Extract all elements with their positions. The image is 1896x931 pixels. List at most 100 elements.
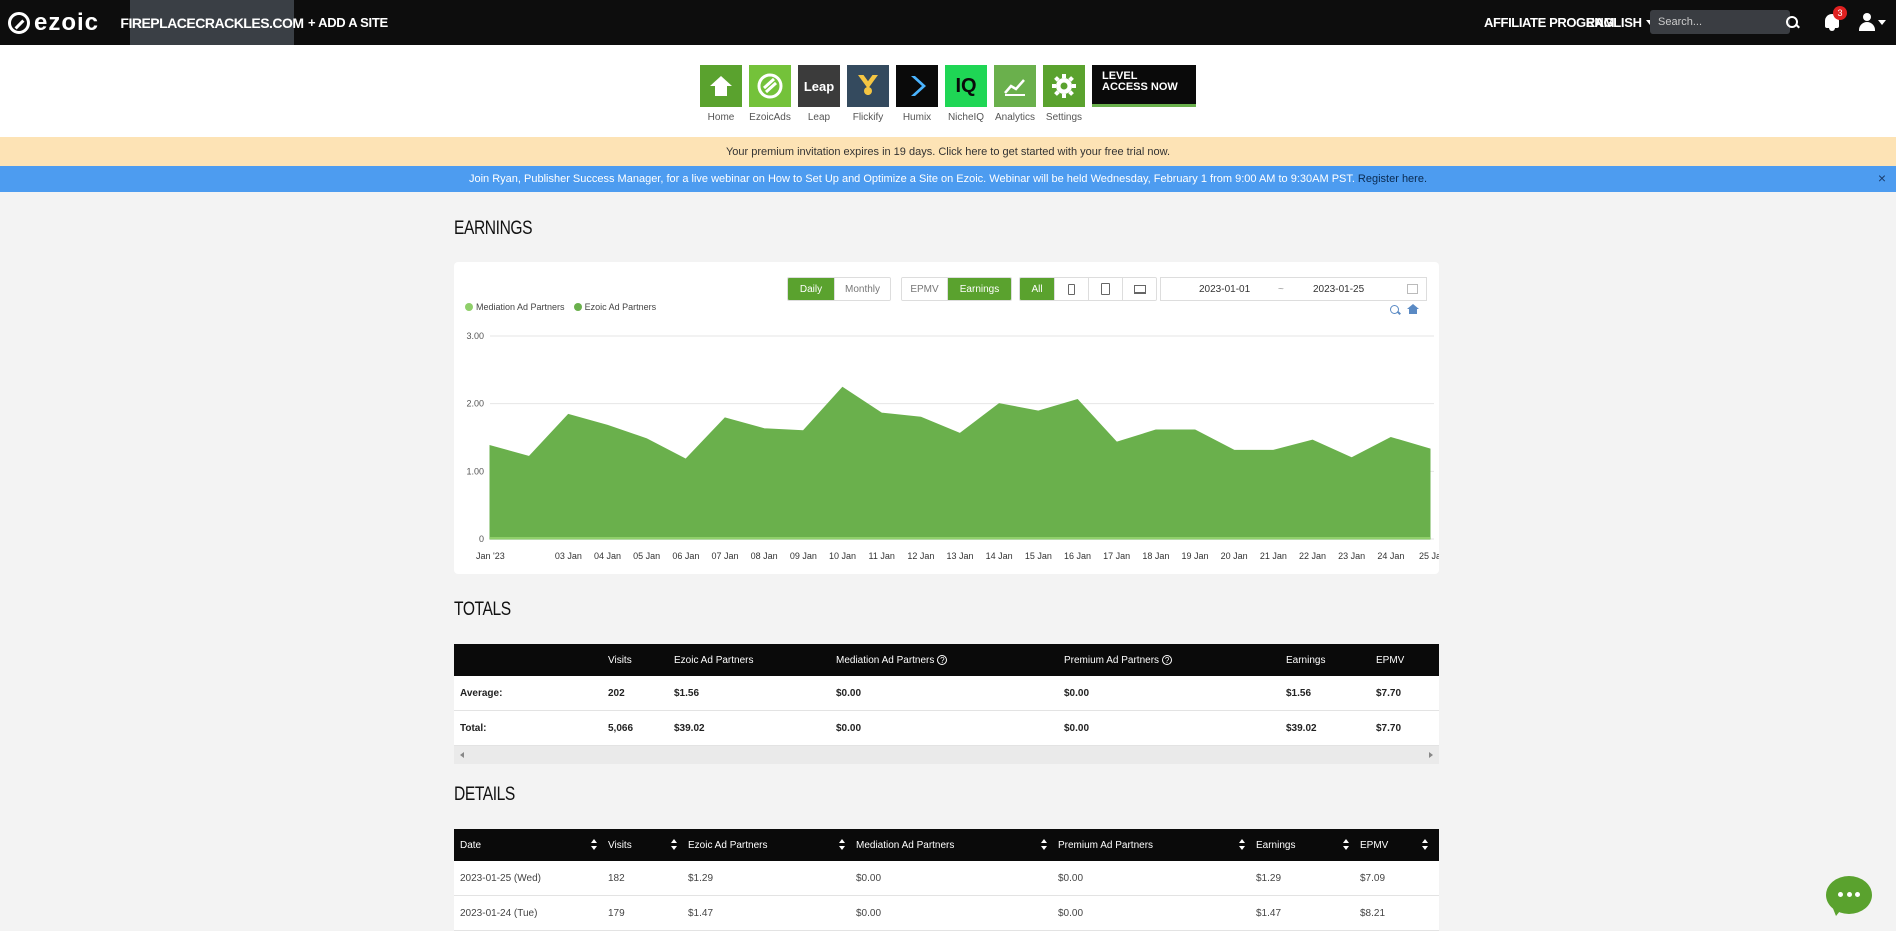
- sort-control[interactable]: [1343, 829, 1349, 861]
- app-home[interactable]: Home: [700, 65, 742, 123]
- column-header[interactable]: Date: [460, 829, 481, 861]
- level-access-tile[interactable]: LEVEL ACCESS NOW: [1092, 65, 1196, 107]
- app-nicheiq[interactable]: IQ NicheIQ: [945, 65, 987, 123]
- close-icon[interactable]: ×: [1878, 170, 1886, 186]
- column-header[interactable]: Earnings: [1256, 829, 1295, 861]
- level-access-now-button[interactable]: LEVEL ACCESS NOW: [1092, 65, 1196, 123]
- app-analytics[interactable]: Analytics: [994, 65, 1036, 123]
- sort-icon[interactable]: [839, 839, 845, 851]
- settings-icon[interactable]: [1043, 65, 1085, 107]
- scroll-left-icon[interactable]: [460, 752, 464, 758]
- sort-icon[interactable]: [1239, 839, 1245, 851]
- x-tick-label: 14 Jan: [986, 551, 1013, 561]
- sort-icon[interactable]: [1422, 839, 1428, 851]
- app-ezoicads[interactable]: EzoicAds: [749, 65, 791, 123]
- sort-control[interactable]: [1422, 829, 1428, 861]
- epmv-button[interactable]: EPMV: [902, 278, 948, 300]
- user-icon[interactable]: [1859, 13, 1875, 31]
- sort-icon[interactable]: [671, 839, 677, 851]
- sort-icon[interactable]: [591, 839, 597, 851]
- nicheiq-icon[interactable]: IQ: [945, 65, 987, 107]
- x-tick-label: 21 Jan: [1260, 551, 1287, 561]
- date-to[interactable]: 2023-01-25: [1313, 284, 1364, 295]
- humix-icon[interactable]: [896, 65, 938, 107]
- x-tick-label: 17 Jan: [1103, 551, 1130, 561]
- tablet-device-button[interactable]: [1089, 278, 1123, 300]
- app-flickify[interactable]: Flickify: [847, 65, 889, 123]
- mobile-device-button[interactable]: [1055, 278, 1089, 300]
- app-label: Flickify: [852, 112, 884, 123]
- metric-toggle: EPMV Earnings: [901, 277, 1012, 301]
- sort-control[interactable]: [591, 829, 597, 861]
- ezoicads-icon[interactable]: [749, 65, 791, 107]
- monthly-button[interactable]: Monthly: [835, 278, 890, 300]
- legend-item[interactable]: Mediation Ad Partners: [465, 302, 565, 312]
- table-cell: $8.21: [1360, 907, 1386, 919]
- daily-button[interactable]: Daily: [788, 278, 835, 300]
- column-header[interactable]: Premium Ad Partners: [1058, 829, 1153, 861]
- premium-banner[interactable]: Your premium invitation expires in 19 da…: [0, 137, 1896, 166]
- premium-banner-text[interactable]: Your premium invitation expires in 19 da…: [726, 146, 1170, 158]
- x-tick-label: 07 Jan: [711, 551, 738, 561]
- user-chevron-down-icon[interactable]: [1878, 20, 1886, 25]
- zoom-icon[interactable]: [1390, 305, 1399, 314]
- nicheiq-tile-text: IQ: [955, 74, 977, 97]
- search-icon[interactable]: [1786, 16, 1798, 28]
- column-header: Premium Ad Partners?: [1064, 644, 1173, 676]
- register-link[interactable]: Register here.: [1358, 173, 1427, 185]
- column-header[interactable]: Ezoic Ad Partners: [688, 829, 767, 861]
- column-header[interactable]: EPMV: [1360, 829, 1388, 861]
- column-header-label: Visits: [608, 654, 632, 666]
- sort-control[interactable]: [671, 829, 677, 861]
- y-tick-label: 3.00: [466, 331, 484, 341]
- scroll-right-icon[interactable]: [1429, 752, 1433, 758]
- site-selector[interactable]: FIREPLACECRACKLES.COM: [120, 0, 304, 45]
- column-header: Visits: [608, 644, 632, 676]
- x-tick-label: 19 Jan: [1181, 551, 1208, 561]
- x-tick-label: Jan '23: [476, 551, 505, 561]
- sort-control[interactable]: [1041, 829, 1047, 861]
- column-header-label: Date: [460, 839, 482, 851]
- table-cell: 2023-01-25 (Wed): [460, 872, 541, 884]
- sort-icon[interactable]: [1041, 839, 1047, 851]
- analytics-icon[interactable]: [994, 65, 1036, 107]
- horizontal-scrollbar[interactable]: [454, 746, 1439, 764]
- earnings-button[interactable]: Earnings: [948, 278, 1011, 300]
- app-settings[interactable]: Settings: [1043, 65, 1085, 123]
- sort-control[interactable]: [1239, 829, 1245, 861]
- ezoic-logo[interactable]: ezoic: [8, 9, 99, 37]
- earnings-heading: EARNINGS: [454, 218, 533, 239]
- table-cell: Average:: [460, 687, 503, 699]
- flickify-icon[interactable]: [847, 65, 889, 107]
- chat-bubble-icon[interactable]: [1826, 876, 1872, 916]
- x-tick-label: 06 Jan: [672, 551, 699, 561]
- x-tick-label: 05 Jan: [633, 551, 660, 561]
- all-devices-button[interactable]: All: [1020, 278, 1055, 300]
- column-header: Mediation Ad Partners?: [836, 644, 948, 676]
- table-cell: $1.56: [674, 687, 700, 699]
- leap-icon[interactable]: Leap: [798, 65, 840, 107]
- help-icon[interactable]: ?: [1162, 655, 1173, 665]
- calendar-icon[interactable]: [1407, 284, 1418, 294]
- desktop-device-button[interactable]: [1123, 278, 1156, 300]
- table-cell: $0.00: [1064, 722, 1090, 734]
- column-header: Earnings: [1286, 644, 1325, 676]
- app-leap[interactable]: Leap Leap: [798, 65, 840, 123]
- app-humix[interactable]: Humix: [896, 65, 938, 123]
- table-cell: $39.02: [674, 722, 705, 734]
- level-line2: ACCESS NOW: [1102, 81, 1178, 93]
- language-dropdown[interactable]: ENGLISH: [1586, 0, 1654, 45]
- legend-item[interactable]: Ezoic Ad Partners: [573, 302, 656, 312]
- help-icon[interactable]: ?: [937, 655, 948, 665]
- search-input[interactable]: [1650, 10, 1790, 34]
- date-range-picker[interactable]: 2023-01-01 ~ 2023-01-25: [1160, 277, 1427, 301]
- date-from[interactable]: 2023-01-01: [1199, 284, 1250, 295]
- sort-icon[interactable]: [1343, 839, 1349, 851]
- reset-zoom-home-icon[interactable]: [1407, 304, 1419, 314]
- home-icon[interactable]: [700, 65, 742, 107]
- column-header[interactable]: Visits: [608, 829, 632, 861]
- column-header[interactable]: Mediation Ad Partners: [856, 829, 954, 861]
- add-site-link[interactable]: + ADD A SITE: [308, 0, 388, 45]
- table-cell: $0.00: [856, 872, 882, 884]
- sort-control[interactable]: [839, 829, 845, 861]
